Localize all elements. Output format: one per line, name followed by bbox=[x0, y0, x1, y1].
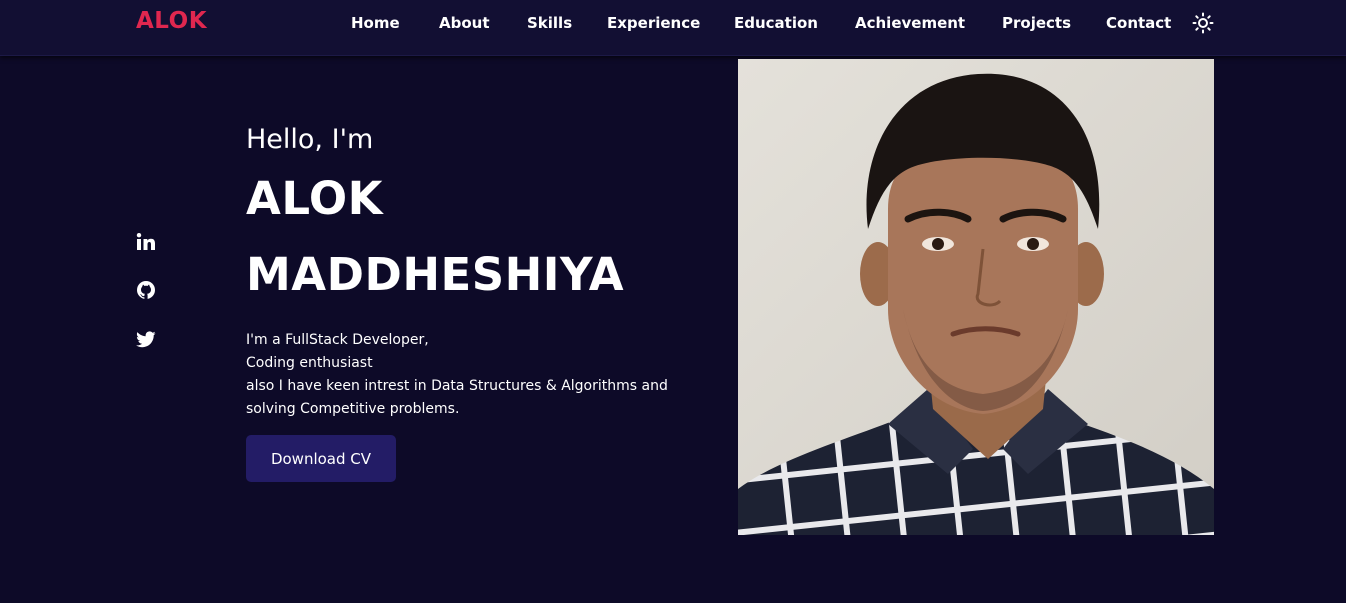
github-icon[interactable] bbox=[136, 280, 156, 300]
logo[interactable]: ALOK bbox=[136, 8, 207, 34]
nav-achievement[interactable]: Achievement bbox=[855, 14, 965, 32]
nav-contact[interactable]: Contact bbox=[1106, 14, 1171, 32]
hero-last-name: MADDHESHIYA bbox=[246, 248, 625, 301]
hero-bio: I'm a FullStack Developer, Coding enthus… bbox=[246, 329, 668, 421]
navbar: ALOK Home About Skills Experience Educat… bbox=[0, 0, 1346, 56]
nav-skills[interactable]: Skills bbox=[527, 14, 572, 32]
twitter-icon[interactable] bbox=[136, 329, 156, 349]
bio-line: Coding enthusiast bbox=[246, 355, 373, 371]
nav-home[interactable]: Home bbox=[351, 14, 400, 32]
nav-experience[interactable]: Experience bbox=[607, 14, 700, 32]
sun-icon[interactable] bbox=[1192, 12, 1214, 34]
profile-photo bbox=[738, 59, 1214, 535]
bio-line: also I have keen intrest in Data Structu… bbox=[246, 378, 668, 394]
nav-projects[interactable]: Projects bbox=[1002, 14, 1071, 32]
download-cv-button[interactable]: Download CV bbox=[246, 435, 396, 482]
linkedin-icon[interactable] bbox=[136, 232, 156, 252]
nav-about[interactable]: About bbox=[439, 14, 490, 32]
hero-greeting: Hello, I'm bbox=[246, 124, 374, 155]
bio-line: solving Competitive problems. bbox=[246, 401, 460, 417]
bio-line: I'm a FullStack Developer, bbox=[246, 332, 429, 348]
nav-education[interactable]: Education bbox=[734, 14, 818, 32]
hero-first-name: ALOK bbox=[246, 172, 384, 225]
